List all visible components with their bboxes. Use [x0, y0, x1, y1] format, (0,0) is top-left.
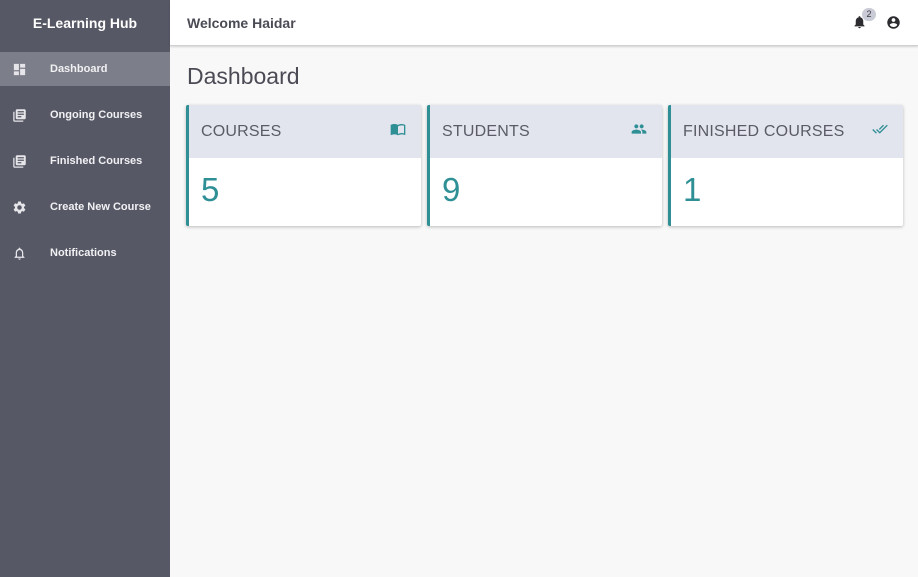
sidebar-item-label: Notifications	[50, 247, 117, 259]
card-value: 1	[683, 171, 702, 208]
sidebar-item-notifications[interactable]: Notifications	[0, 236, 170, 270]
card-header: STUDENTS	[430, 105, 662, 158]
card-label: COURSES	[201, 123, 282, 140]
card-value: 9	[442, 171, 461, 208]
sidebar-item-label: Ongoing Courses	[50, 109, 143, 121]
stat-card-finished-courses[interactable]: FINISHED COURSES 1	[668, 105, 903, 226]
stat-card-students[interactable]: STUDENTS 9	[427, 105, 662, 226]
account-circle-icon[interactable]	[886, 15, 902, 31]
gear-icon	[11, 199, 27, 215]
top-bar: Welcome Haidar 2	[170, 0, 918, 46]
sidebar-item-label: Create New Course	[50, 201, 151, 213]
people-icon	[630, 121, 648, 137]
card-label: FINISHED COURSES	[683, 123, 845, 140]
card-value: 5	[201, 171, 220, 208]
sidebar-nav: Dashboard Ongoing Courses Finished Cours…	[0, 52, 170, 270]
sidebar-item-dashboard[interactable]: Dashboard	[0, 52, 170, 86]
bell-outline-icon	[11, 245, 27, 261]
sidebar-item-finished-courses[interactable]: Finished Courses	[0, 144, 170, 178]
notification-count-badge: 2	[862, 8, 876, 21]
card-header: COURSES	[189, 105, 421, 158]
sidebar-item-create-new-course[interactable]: Create New Course	[0, 190, 170, 224]
double-check-icon	[871, 121, 889, 137]
dashboard-icon	[11, 61, 27, 77]
stat-card-courses[interactable]: COURSES 5	[186, 105, 421, 226]
sidebar-item-ongoing-courses[interactable]: Ongoing Courses	[0, 98, 170, 132]
book-open-icon	[389, 121, 407, 137]
sidebar-item-label: Dashboard	[50, 63, 108, 75]
welcome-message: Welcome Haidar	[187, 15, 296, 31]
card-header: FINISHED COURSES	[671, 105, 903, 158]
app-brand: E-Learning Hub	[32, 15, 138, 31]
card-label: STUDENTS	[442, 123, 530, 140]
sidebar: E-Learning Hub Dashboard Ongoing Courses…	[0, 0, 170, 577]
page-title: Dashboard	[187, 63, 300, 89]
library-books-icon	[11, 153, 27, 169]
library-books-icon	[11, 107, 27, 123]
sidebar-item-label: Finished Courses	[50, 155, 143, 167]
